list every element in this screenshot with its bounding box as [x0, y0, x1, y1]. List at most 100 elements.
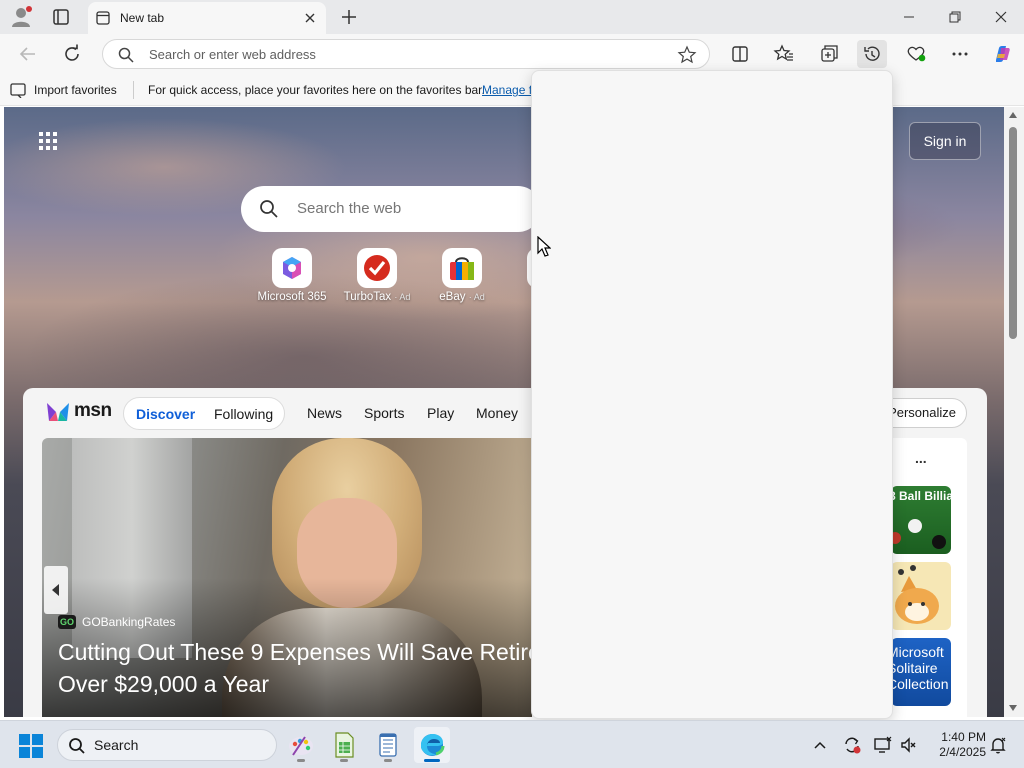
ebay-bag-icon	[442, 248, 482, 288]
address-bar[interactable]: Search or enter web address	[102, 39, 710, 69]
chevron-up-icon	[814, 741, 826, 749]
game-title: Microsoft Solitaire Collection	[891, 644, 949, 692]
tab-following[interactable]: Following	[214, 406, 273, 422]
scrollbar-thumb[interactable]	[1009, 127, 1017, 339]
ad-tag: · Ad	[394, 292, 411, 302]
tab-new-tab[interactable]: New tab	[88, 2, 326, 34]
page-scrollbar[interactable]	[1004, 107, 1024, 717]
clock-time: 1:40 PM	[941, 730, 986, 744]
games-more-options-button[interactable]: ...	[915, 450, 927, 466]
copilot-icon	[996, 46, 1010, 62]
nav-news[interactable]: News	[307, 405, 342, 421]
taskbar-app-edge[interactable]	[414, 727, 450, 763]
favorites-button[interactable]	[769, 40, 799, 68]
collections-button[interactable]	[813, 40, 843, 68]
paint-palette-icon	[289, 736, 313, 756]
start-button[interactable]	[18, 733, 44, 759]
history-flyout-panel[interactable]	[531, 70, 893, 719]
network-icon[interactable]	[873, 735, 893, 755]
import-icon	[10, 83, 26, 98]
tab-discover[interactable]: Discover	[136, 406, 195, 422]
feed-tab-switcher: Discover Following	[123, 397, 285, 430]
heart-pulse-icon	[907, 46, 926, 62]
restore-button[interactable]	[932, 0, 978, 34]
history-button[interactable]	[857, 40, 887, 68]
minimize-button[interactable]	[886, 0, 932, 34]
scroll-down-arrow-icon[interactable]	[1008, 704, 1018, 712]
game-tile-billiard[interactable]: 8 Ball Billiard	[891, 486, 951, 554]
msn-logo[interactable]: msn	[44, 398, 114, 426]
copilot-button[interactable]	[987, 40, 1017, 68]
refresh-icon	[65, 44, 79, 61]
carousel-previous-button[interactable]	[44, 566, 68, 614]
taskbar-app-paint[interactable]	[283, 727, 319, 763]
split-screen-icon	[732, 46, 748, 62]
mouse-pointer-icon	[537, 236, 551, 257]
notepad-icon	[379, 733, 397, 757]
favorites-hint-text: For quick access, place your favorites h…	[148, 83, 485, 97]
nav-play[interactable]: Play	[427, 405, 454, 421]
turbotax-icon	[357, 248, 397, 288]
profile-button[interactable]	[8, 5, 34, 29]
chevron-left-icon	[52, 584, 59, 596]
spreadsheet-file-icon	[335, 732, 354, 758]
tab-actions-button[interactable]	[48, 5, 74, 29]
new-tab-button[interactable]	[337, 5, 361, 29]
more-dots-icon	[952, 52, 968, 56]
quick-link-ebay[interactable]: eBay · Ad	[417, 248, 507, 303]
close-window-button[interactable]	[978, 0, 1024, 34]
split-screen-button[interactable]	[725, 40, 755, 68]
notifications-button[interactable]	[988, 735, 1008, 755]
sync-icon	[845, 737, 861, 754]
taskbar-app-sheet[interactable]	[326, 727, 362, 763]
show-hidden-icons-button[interactable]	[810, 735, 830, 755]
nav-sports[interactable]: Sports	[364, 405, 404, 421]
quick-link-microsoft-365[interactable]: Microsoft 365	[247, 248, 337, 303]
settings-more-button[interactable]	[945, 40, 975, 68]
msn-butterfly-icon	[47, 403, 69, 421]
refresh-button[interactable]	[58, 40, 86, 68]
quick-link-label: Microsoft 365	[257, 291, 327, 303]
hero-article-card[interactable]: GO GOBankingRates Cutting Out These 9 Ex…	[42, 438, 532, 717]
nav-money[interactable]: Money	[476, 405, 518, 421]
web-search-box[interactable]: Search the web	[241, 186, 541, 232]
search-icon	[69, 738, 85, 754]
game-tile-cat[interactable]	[891, 562, 951, 630]
tab-close-icon[interactable]	[302, 10, 318, 26]
windows-logo-icon	[19, 734, 43, 758]
taskbar-search-box[interactable]: Search	[57, 729, 277, 761]
waffle-grid-icon	[39, 132, 57, 150]
microsoft-365-icon	[272, 248, 312, 288]
title-bar: New tab	[0, 0, 1024, 34]
apps-launcher-button[interactable]	[38, 131, 58, 151]
ad-tag: · Ad	[468, 292, 485, 302]
scroll-up-arrow-icon[interactable]	[1008, 111, 1018, 119]
update-status-icon[interactable]	[842, 735, 862, 755]
system-clock[interactable]: 1:40 PM 2/4/2025	[926, 730, 986, 760]
restore-icon	[949, 11, 961, 23]
cartoon-cat-icon	[895, 565, 939, 624]
running-indicator	[384, 759, 392, 762]
profile-icon	[12, 6, 32, 27]
back-button[interactable]	[14, 40, 42, 68]
article-headline[interactable]: Cutting Out These 9 Expenses Will Save R…	[58, 636, 532, 700]
plus-icon	[342, 10, 356, 24]
game-tile-solitaire[interactable]: Microsoft Solitaire Collection	[891, 638, 951, 706]
quick-link-turbotax[interactable]: TurboTax · Ad	[332, 248, 422, 303]
taskbar-app-notepad[interactable]	[370, 727, 406, 763]
favorite-star-icon[interactable]	[677, 45, 697, 65]
sign-in-button[interactable]: Sign in	[909, 122, 981, 160]
source-logo-icon: GO	[58, 615, 76, 629]
favorites-separator	[133, 81, 134, 99]
volume-icon[interactable]	[899, 735, 919, 755]
browser-essentials-button[interactable]	[901, 40, 931, 68]
taskbar-search-label: Search	[94, 737, 139, 753]
notification-bell-icon	[990, 737, 1006, 754]
manage-favorites-link[interactable]: Manage favorites now	[482, 83, 531, 97]
web-search-input[interactable]: Search the web	[297, 200, 401, 217]
tab-actions-icon	[53, 9, 69, 25]
address-input[interactable]: Search or enter web address	[149, 47, 316, 62]
collections-icon	[821, 45, 838, 62]
article-source: GOBankingRates	[82, 615, 176, 629]
active-indicator	[424, 759, 440, 762]
